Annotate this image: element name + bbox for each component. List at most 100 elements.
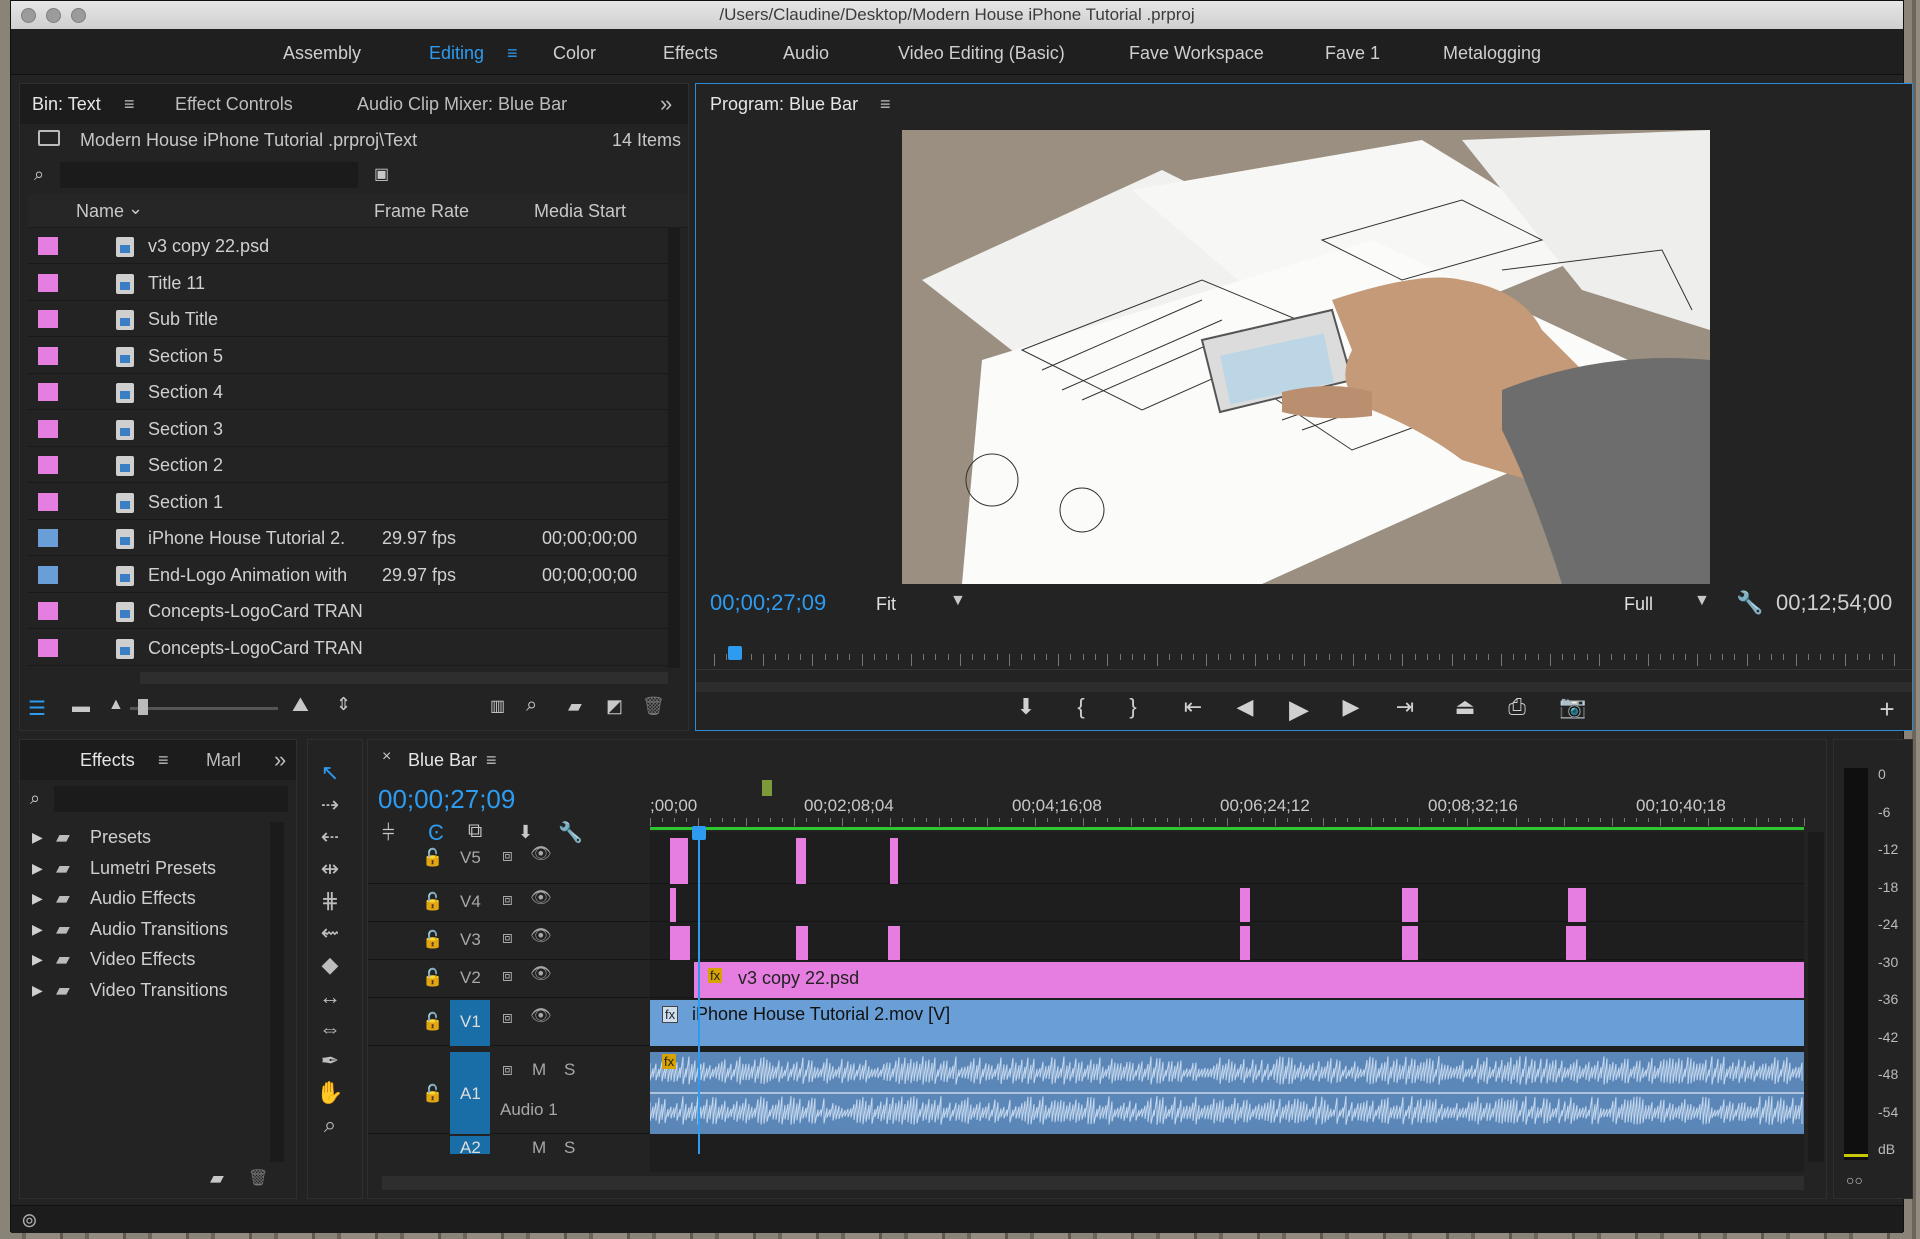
sequence-tab[interactable]: Blue Bar — [408, 740, 477, 780]
color-label-swatch[interactable] — [38, 237, 58, 255]
clip-title[interactable] — [890, 838, 898, 884]
sync-lock-icon[interactable]: ⧈ — [502, 1060, 513, 1080]
automate-icon[interactable]: ▥ — [490, 696, 505, 716]
bin-item-row[interactable]: Section 3 — [28, 411, 668, 447]
track-label-a2[interactable]: A2 — [460, 1138, 481, 1154]
item-name[interactable]: Section 3 — [148, 411, 223, 447]
item-name[interactable]: Section 5 — [148, 338, 223, 374]
item-name[interactable]: Concepts-LogoCard TRAN — [148, 593, 363, 629]
bin-item-row[interactable]: iPhone House Tutorial 2. 29.97 fps 00;00;0… — [28, 520, 668, 556]
export-frame-icon[interactable]: 📷 — [1558, 694, 1588, 720]
color-label-swatch[interactable] — [38, 310, 58, 328]
hand-tool-icon[interactable]: ✋ — [308, 1078, 352, 1108]
track-label-v4[interactable]: V4 — [460, 892, 481, 912]
effects-folder-item[interactable]: ▶ ▰ Presets — [30, 822, 270, 852]
eye-icon[interactable]: 👁 — [530, 888, 552, 908]
bin-item-row[interactable]: Concepts-LogoCard TRAN — [28, 593, 668, 629]
effects-scrollbar[interactable] — [270, 822, 284, 1162]
lift-icon[interactable]: ⏏ — [1450, 694, 1480, 720]
mark-in-icon[interactable]: { — [1066, 694, 1096, 720]
play-icon[interactable]: ▶ — [1284, 694, 1314, 725]
eye-icon[interactable]: 👁 — [530, 926, 552, 946]
lock-icon[interactable]: 🔓 — [422, 848, 443, 868]
quality-dropdown-arrow-icon[interactable]: ▼ — [1694, 592, 1710, 610]
zoom-in-icon[interactable]: ⛰ — [292, 694, 309, 717]
clip-title[interactable] — [796, 926, 808, 960]
color-label-swatch[interactable] — [38, 492, 58, 511]
bin-folder-icon[interactable] — [38, 130, 60, 146]
slip-tool-icon[interactable]: ↔ — [308, 982, 352, 1012]
clip-title[interactable] — [670, 838, 688, 884]
item-name[interactable]: v3 copy 22.psd — [148, 228, 269, 264]
solo-meter-icons[interactable]: ○○ — [1846, 1172, 1863, 1188]
program-monitor-title[interactable]: Program: Blue Bar — [710, 84, 858, 124]
workspace-video-editing-basic[interactable]: Video Editing (Basic) — [898, 43, 1065, 64]
sync-lock-icon[interactable]: ⧈ — [502, 1008, 513, 1028]
zoom-slider-handle[interactable] — [138, 699, 148, 715]
color-label-swatch[interactable] — [38, 638, 58, 657]
trash-icon[interactable]: 🗑 — [642, 696, 665, 717]
sort-icon[interactable]: ⇕ — [336, 694, 351, 715]
track-label-v3[interactable]: V3 — [460, 930, 481, 950]
item-name[interactable]: iPhone House Tutorial 2. — [148, 520, 345, 556]
tab-markers[interactable]: Marl — [206, 740, 241, 780]
fit-dropdown[interactable]: Fit — [876, 594, 896, 615]
list-view-icon[interactable]: ☰ — [28, 696, 46, 721]
add-button-icon[interactable]: + — [1872, 694, 1902, 725]
clip-title[interactable] — [1566, 926, 1586, 960]
disclosure-triangle-icon[interactable]: ▶ — [32, 883, 43, 913]
find-icon[interactable]: ▣ — [374, 164, 389, 184]
new-item-icon[interactable]: ◩ — [606, 696, 623, 717]
disclosure-triangle-icon[interactable]: ▶ — [32, 944, 43, 974]
fit-dropdown-arrow-icon[interactable]: ▼ — [950, 592, 966, 610]
bin-item-row[interactable]: End-Logo Animation with 29.97 fps 00;00;00… — [28, 557, 668, 593]
program-menu-icon[interactable]: ≡ — [880, 84, 891, 124]
step-back-icon[interactable]: ◀ — [1230, 694, 1260, 720]
lock-icon[interactable]: 🔓 — [422, 1084, 443, 1104]
rate-stretch-tool-icon[interactable]: ⋕ — [308, 886, 352, 916]
track-label-v1[interactable]: V1 — [460, 1012, 481, 1032]
lock-icon[interactable]: 🔓 — [422, 1012, 443, 1032]
eye-icon[interactable]: 👁 — [530, 964, 552, 984]
sequence-marker[interactable] — [762, 780, 772, 796]
workspace-metalogging[interactable]: Metalogging — [1443, 43, 1541, 64]
disclosure-triangle-icon[interactable]: ▶ — [32, 975, 43, 1005]
close-sequence-icon[interactable]: × — [382, 748, 391, 766]
mark-out-icon[interactable]: } — [1118, 694, 1148, 720]
bin-scrollbar[interactable] — [668, 228, 680, 668]
track-label-v5[interactable]: V5 — [460, 848, 481, 868]
bin-search-input[interactable] — [60, 162, 358, 188]
item-name[interactable]: Section 2 — [148, 447, 223, 483]
clip-title[interactable] — [1568, 888, 1586, 922]
go-to-out-icon[interactable]: ⇥ — [1390, 694, 1420, 720]
zoom-tool-icon[interactable]: ⌕ — [308, 1110, 352, 1140]
sync-lock-icon[interactable]: ⧈ — [502, 966, 513, 986]
effects-overflow-icon[interactable]: » — [274, 740, 286, 780]
disclosure-triangle-icon[interactable]: ▶ — [32, 853, 43, 883]
workspace-assembly[interactable]: Assembly — [283, 43, 361, 64]
lock-icon[interactable]: 🔓 — [422, 930, 443, 950]
timeline-v-scrollbar[interactable] — [1808, 832, 1824, 1162]
clip-title[interactable] — [796, 838, 806, 884]
bin-item-row[interactable]: Section 2 — [28, 447, 668, 483]
bin-item-row[interactable]: Section 5 — [28, 338, 668, 374]
zoom-slider[interactable] — [130, 707, 278, 710]
eye-icon[interactable]: 👁 — [530, 1006, 552, 1026]
color-label-swatch[interactable] — [38, 456, 58, 474]
timeline-timecode[interactable]: 00;00;27;09 — [378, 784, 515, 815]
program-scrubber[interactable] — [696, 640, 1912, 670]
clip-title[interactable] — [670, 888, 676, 922]
add-marker-icon[interactable]: ⬇ — [1011, 694, 1041, 720]
find-footer-icon[interactable]: ⌕ — [526, 694, 537, 717]
sort-chevron-icon[interactable]: ⌄ — [128, 198, 143, 219]
new-bin-icon[interactable]: ▰ — [568, 696, 582, 717]
disclosure-triangle-icon[interactable]: ▶ — [32, 914, 43, 944]
bin-item-row[interactable]: Concepts-LogoCard TRAN — [28, 630, 668, 666]
effects-search-input[interactable] — [54, 786, 288, 812]
tab-audio-clip-mixer[interactable]: Audio Clip Mixer: Blue Bar — [357, 84, 567, 124]
bin-item-row[interactable]: v3 copy 22.psd — [28, 228, 668, 264]
item-name[interactable]: Section 4 — [148, 374, 223, 410]
program-playhead[interactable] — [728, 646, 742, 660]
workspace-fave[interactable]: Fave Workspace — [1129, 43, 1264, 64]
item-name[interactable]: Title 11 — [148, 265, 205, 301]
